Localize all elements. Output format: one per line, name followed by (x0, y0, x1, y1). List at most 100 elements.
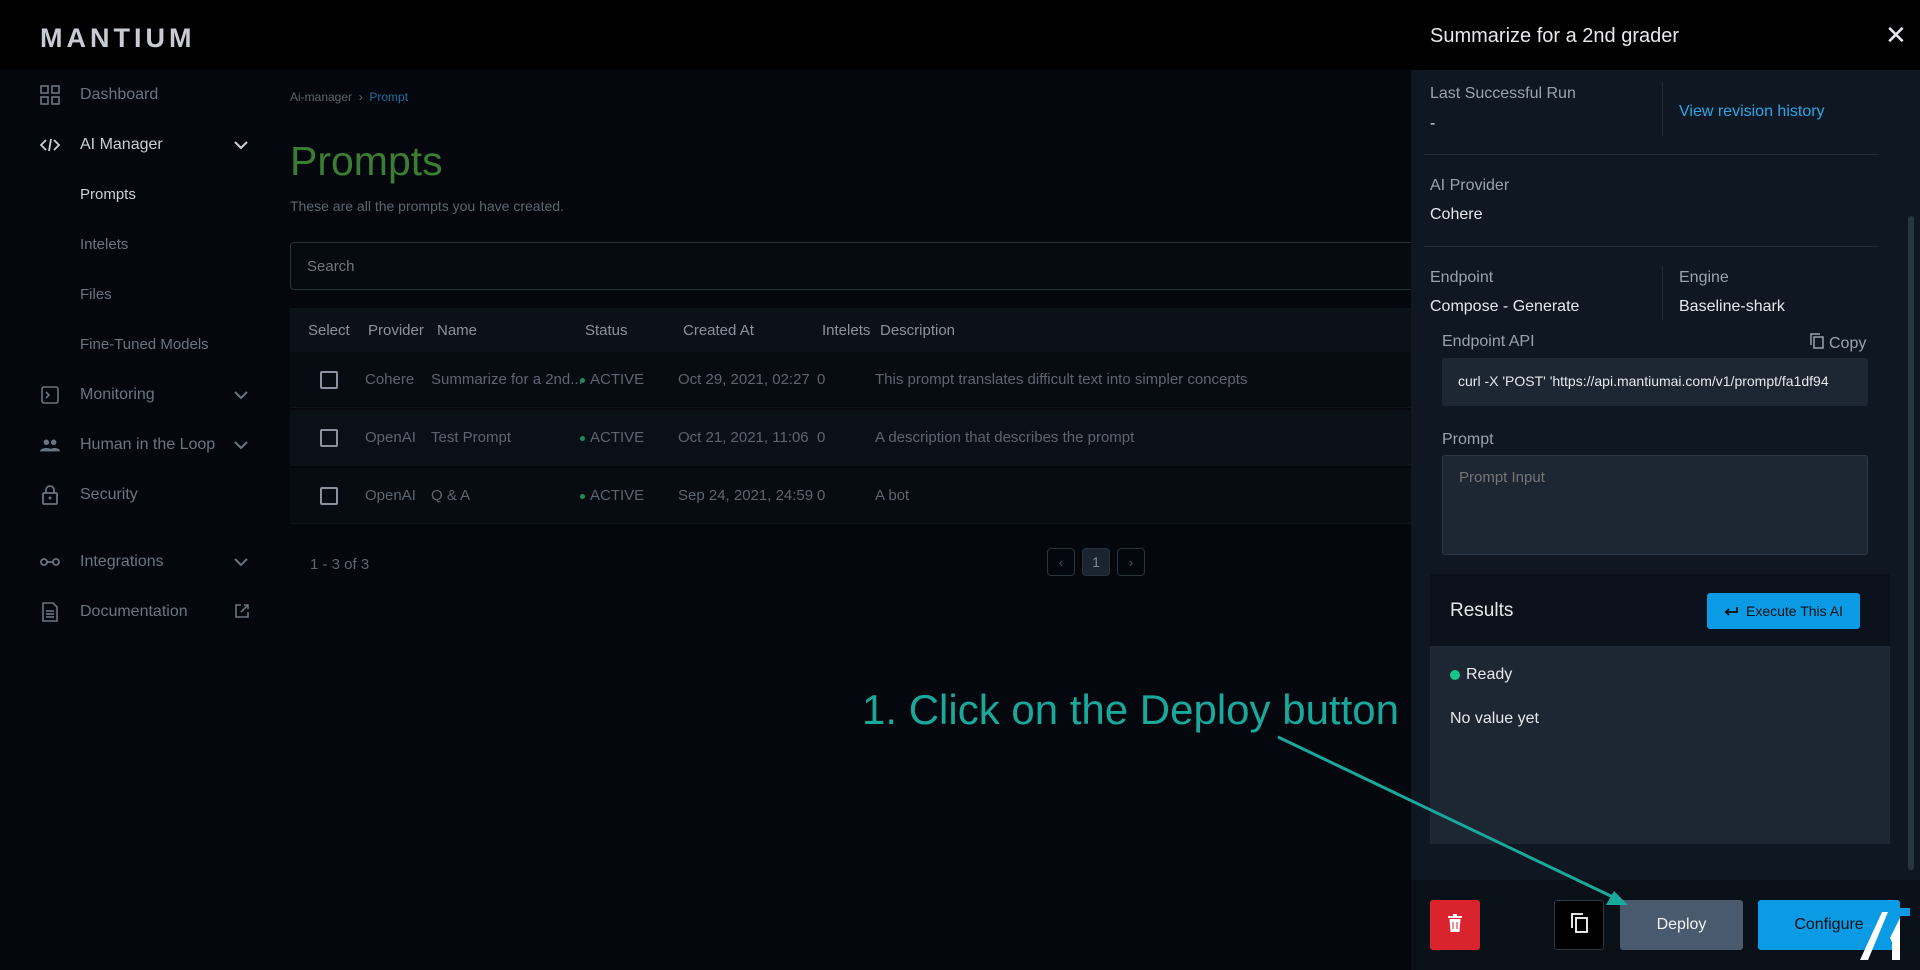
deploy-button[interactable]: Deploy (1620, 900, 1743, 950)
row-checkbox[interactable] (320, 371, 338, 389)
chevron-down-icon[interactable] (234, 388, 248, 403)
cell-provider: OpenAI (365, 429, 416, 446)
copy-label: Copy (1829, 334, 1867, 352)
close-icon[interactable]: ✕ (1885, 20, 1907, 51)
search-input[interactable] (290, 242, 1430, 290)
prompt-detail-panel: Summarize for a 2nd grader ✕ Last Succes… (1411, 0, 1920, 970)
chevron-down-icon[interactable] (234, 555, 248, 570)
status-dot (580, 377, 585, 383)
table-row[interactable]: OpenAI Test Prompt ACTIVE Oct 21, 2021, … (290, 410, 1430, 466)
provider-label: AI Provider (1430, 177, 1510, 194)
panel-scrollbar[interactable] (1908, 216, 1914, 870)
last-run-label: Last Successful Run (1430, 85, 1576, 102)
execute-ai-button[interactable]: Execute This AI (1707, 593, 1860, 629)
divider (1424, 246, 1879, 247)
page-subtitle: These are all the prompts you have creat… (290, 198, 564, 214)
status-dot (580, 435, 585, 441)
delete-button[interactable] (1430, 900, 1480, 950)
cell-description: A bot (875, 487, 910, 504)
chevron-down-icon[interactable] (234, 438, 248, 453)
status-ready: Ready (1450, 666, 1512, 684)
sidebar-item-label: Human in the Loop (80, 436, 216, 453)
cell-description: A description that describes the prompt (875, 429, 1135, 446)
tutorial-annotation: 1. Click on the Deploy button (862, 686, 1399, 733)
view-revision-history-link[interactable]: View revision history (1679, 103, 1825, 121)
code-icon (40, 135, 60, 155)
sidebar-subitem-fine-tuned-models[interactable]: Fine-Tuned Models (80, 336, 209, 353)
main-content: Ai-manager › Prompt Prompts These are al… (262, 70, 1430, 970)
endpoint-api-field[interactable]: curl -X 'POST' 'https://api.mantiumai.co… (1442, 358, 1868, 406)
results-header: Results Execute This AI (1430, 574, 1890, 646)
status-dot (580, 493, 585, 499)
endpoint-label: Endpoint (1430, 269, 1494, 286)
row-checkbox[interactable] (320, 487, 338, 505)
sidebar-subitem-intelets[interactable]: Intelets (80, 236, 128, 253)
cell-name: Test Prompt (431, 429, 512, 446)
breadcrumb-separator: › (358, 90, 363, 104)
sidebar-item-label: Dashboard (80, 86, 159, 103)
cell-intelets: 0 (817, 487, 826, 504)
table-header: Select Provider Name Status Created At I… (290, 308, 1430, 352)
external-link-icon[interactable] (234, 603, 250, 622)
cell-created-at: Oct 29, 2021, 02:27 (678, 371, 810, 388)
page-title: Prompts (290, 138, 443, 184)
sidebar: Dashboard AI Manager Prompts Intelets Fi… (0, 70, 262, 970)
pagination-next-button[interactable]: › (1117, 548, 1145, 576)
results-title: Results (1450, 600, 1514, 621)
mantium-mark-icon (1860, 908, 1910, 960)
endpoint-api-label: Endpoint API (1442, 333, 1535, 350)
breadcrumb: Ai-manager › Prompt (290, 90, 408, 104)
pagination-prev-button[interactable]: ‹ (1047, 548, 1075, 576)
row-checkbox[interactable] (320, 429, 338, 447)
sidebar-item-ai-manager[interactable]: AI Manager (0, 125, 262, 165)
engine-value: Baseline-shark (1679, 298, 1785, 315)
breadcrumb-parent[interactable]: Ai-manager (290, 90, 352, 104)
sidebar-item-security[interactable]: Security (0, 475, 262, 515)
column-header-status[interactable]: Status (585, 322, 628, 339)
sidebar-item-human-in-the-loop[interactable]: Human in the Loop (0, 425, 262, 465)
copy-icon (1810, 333, 1824, 354)
pagination-info: 1 - 3 of 3 (310, 556, 370, 573)
cell-intelets: 0 (817, 429, 826, 446)
grid-icon (40, 85, 60, 105)
sidebar-subitem-files[interactable]: Files (80, 286, 112, 303)
chevron-down-icon[interactable] (234, 138, 248, 153)
prompt-input[interactable] (1442, 455, 1868, 555)
column-header-select: Select (308, 322, 350, 339)
duplicate-icon (1570, 912, 1588, 938)
cell-provider: OpenAI (365, 487, 416, 504)
sidebar-item-label: AI Manager (80, 136, 163, 153)
cell-status: ACTIVE (580, 429, 644, 446)
divider (1424, 154, 1879, 155)
panel-header: Summarize for a 2nd grader ✕ (1411, 0, 1920, 70)
panel-title: Summarize for a 2nd grader (1430, 25, 1680, 47)
table-row[interactable]: Cohere Summarize for a 2nd... ACTIVE Oct… (290, 352, 1430, 408)
table-row[interactable]: OpenAI Q & A ACTIVE Sep 24, 2021, 24:59 … (290, 468, 1430, 524)
sidebar-item-label: Documentation (80, 603, 188, 620)
column-header-provider[interactable]: Provider (368, 322, 424, 339)
people-icon (40, 435, 60, 455)
sidebar-item-dashboard[interactable]: Dashboard (0, 75, 262, 115)
pagination-page-button[interactable]: 1 (1082, 548, 1110, 576)
column-header-description[interactable]: Description (880, 322, 955, 339)
sidebar-item-documentation[interactable]: Documentation (0, 592, 262, 632)
cell-provider: Cohere (365, 371, 415, 388)
cell-name: Q & A (431, 487, 471, 504)
column-header-name[interactable]: Name (437, 322, 477, 339)
divider (1662, 82, 1663, 136)
column-header-intelets[interactable]: Intelets (822, 322, 870, 339)
copy-button[interactable]: Copy (1810, 333, 1866, 354)
sidebar-item-monitoring[interactable]: Monitoring (0, 375, 262, 415)
sidebar-item-integrations[interactable]: Integrations (0, 542, 262, 582)
execute-label: Execute This AI (1745, 603, 1843, 619)
document-icon (40, 602, 60, 622)
brand-logo[interactable]: MANTIUM (40, 23, 195, 54)
sidebar-item-label: Security (80, 486, 138, 503)
result-value: No value yet (1450, 710, 1539, 727)
sidebar-subitem-prompts[interactable]: Prompts (80, 186, 136, 203)
endpoint-value: Compose - Generate (1430, 298, 1580, 315)
column-header-created-at[interactable]: Created At (683, 322, 754, 339)
link-icon (40, 552, 60, 572)
duplicate-button[interactable] (1554, 900, 1604, 950)
lock-icon (40, 485, 60, 505)
